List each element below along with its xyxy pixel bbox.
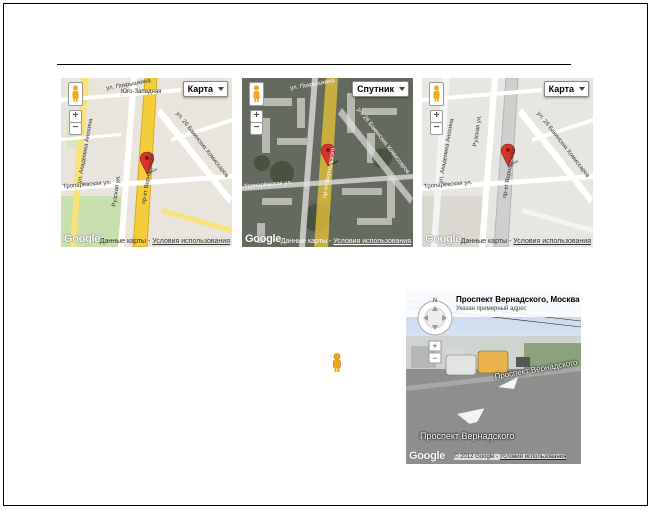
pegman-icon — [72, 85, 79, 102]
map-type-select[interactable]: Карта — [543, 81, 589, 97]
terms-link[interactable]: Условия использования — [500, 454, 567, 460]
map-data-label: Данные карты — [280, 238, 328, 245]
zoom-out-icon: − — [432, 353, 437, 363]
map-type-label: Карта — [548, 84, 574, 94]
chevron-down-icon — [218, 87, 224, 91]
pegman-control[interactable] — [249, 82, 264, 106]
map-data-label: Данные карты — [99, 238, 147, 245]
chevron-down-icon — [399, 87, 405, 91]
zoom-out-button[interactable]: − — [430, 122, 443, 135]
streetview-footer: © 2012 Google - Условия использования — [454, 454, 567, 460]
google-logo[interactable]: Google — [409, 450, 445, 462]
zoom-out-button[interactable]: − — [69, 122, 82, 135]
terms-link[interactable]: Условия использования — [152, 238, 230, 245]
streetview-title: Проспект Вернадского, Москва — [456, 295, 580, 304]
pegman-control[interactable] — [429, 82, 444, 106]
map-footer: Данные карты - Условия использования — [99, 238, 230, 245]
map-footer: Данные карты - Условия использования — [460, 238, 591, 245]
map-type-label: Спутник — [357, 84, 394, 94]
streetview-panel[interactable]: Проспект Вернадского, Москва Указан прим… — [406, 291, 581, 464]
pegman-control[interactable] — [68, 82, 83, 106]
google-logo[interactable]: Google — [425, 233, 461, 245]
copyright-label: © 2012 Google — [454, 454, 495, 460]
chevron-down-icon — [579, 87, 585, 91]
street-label: Юго-Западная — [121, 89, 162, 95]
terms-link[interactable]: Условия использования — [513, 238, 591, 245]
streetview-subtitle: Указан примерный адрес — [456, 306, 527, 312]
street-label: Проспект Вернадского — [420, 431, 515, 441]
map-footer: Данные карты - Условия использования — [280, 238, 411, 245]
google-logo[interactable]: Google — [245, 233, 281, 245]
terms-link[interactable]: Условия использования — [333, 238, 411, 245]
streetview-nav-control[interactable]: N + − — [416, 297, 454, 369]
compass-north-icon: N — [433, 298, 437, 304]
horizontal-rule — [57, 64, 571, 65]
pegman-icon[interactable] — [331, 353, 343, 373]
zoom-out-button[interactable]: − — [250, 122, 263, 135]
map-type-select[interactable]: Карта — [182, 81, 228, 97]
map-panel-satellite[interactable]: ул. Покрышкина ул. 26 Бакинских Комиссар… — [242, 78, 413, 247]
map-panel-roadmap-gray[interactable]: ул. Академика Анохина Рузская ул. ул. 26… — [422, 78, 593, 247]
map-data-label: Данные карты — [460, 238, 508, 245]
zoom-in-icon: + — [432, 341, 437, 351]
map-type-label: Карта — [187, 84, 213, 94]
pegman-icon — [253, 85, 260, 102]
google-logo[interactable]: Google — [64, 233, 100, 245]
map-type-select[interactable]: Спутник — [352, 81, 409, 97]
map-panel-roadmap[interactable]: Юго-Западная ул. Покрышкина ул. Академик… — [61, 78, 232, 247]
pegman-icon — [433, 85, 440, 102]
